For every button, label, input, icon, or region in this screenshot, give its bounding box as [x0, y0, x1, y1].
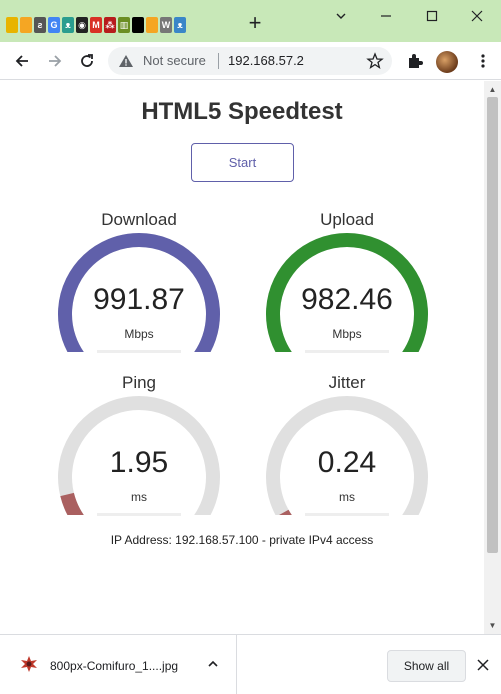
- address-bar[interactable]: Not secure 192.168.57.2: [108, 47, 392, 75]
- ping-meter: Ping 1.95 ms: [49, 373, 229, 533]
- start-button[interactable]: Start: [191, 143, 294, 182]
- not-secure-label[interactable]: Not secure: [143, 53, 206, 68]
- chevron-down-icon: [336, 13, 346, 19]
- arrow-left-icon: [15, 55, 28, 67]
- browser-toolbar: Not secure 192.168.57.2: [0, 42, 501, 80]
- close-shelf-button[interactable]: [474, 655, 492, 675]
- new-tab-button[interactable]: +: [244, 12, 266, 36]
- puzzle-icon: [409, 54, 423, 68]
- download-item[interactable]: 800px-Comifuro_1....jpg: [0, 635, 237, 694]
- minimize-button[interactable]: [327, 4, 355, 28]
- meter-unit: ms: [131, 490, 147, 504]
- meter-label: Download: [101, 210, 177, 229]
- back-button[interactable]: [9, 48, 35, 74]
- black-tile-favicon[interactable]: [132, 17, 144, 33]
- minimize-icon: [381, 15, 391, 17]
- progress-bar: [97, 350, 181, 353]
- maximize-button[interactable]: [418, 4, 446, 28]
- scrollbar-thumb[interactable]: [487, 97, 498, 553]
- mascot-favicon[interactable]: ᴥ: [62, 17, 74, 33]
- meter-label: Ping: [121, 373, 157, 392]
- game-favicon[interactable]: ᴥ: [174, 17, 186, 33]
- meter-value: 0.24: [317, 446, 377, 479]
- jitter-meter: Jitter 0.24 ms: [257, 373, 437, 533]
- forward-button[interactable]: [42, 48, 68, 74]
- extensions-button[interactable]: [402, 48, 428, 74]
- progress-bar: [97, 513, 181, 516]
- download-meter: Download 991.87 Mbps: [49, 210, 229, 370]
- lemur-favicon[interactable]: ƨ: [34, 17, 46, 33]
- download-file-name[interactable]: 800px-Comifuro_1....jpg: [50, 659, 178, 673]
- mahjong-tile-favicon[interactable]: ▥: [118, 17, 130, 33]
- meter-unit: ms: [339, 490, 355, 504]
- meter-unit: Mbps: [124, 327, 154, 341]
- pinned-tabs: ƨ Gᴥ ◉ M ⁂ ▥ Wᴥ: [6, 12, 186, 38]
- arrow-right-icon: [49, 55, 62, 67]
- meter-value: 991.87: [93, 283, 185, 316]
- gauge-fill: [279, 509, 292, 515]
- progress-bar: [305, 513, 389, 516]
- star-icon[interactable]: [366, 52, 384, 70]
- page-title: HTML5 Speedtest: [141, 98, 343, 125]
- reload-button[interactable]: [74, 48, 100, 74]
- warning-icon[interactable]: [118, 53, 134, 69]
- upload-meter: Upload 982.46 Mbps: [257, 210, 437, 370]
- ip-address-info: IP Address: 192.168.57.100 - private IPv…: [110, 533, 374, 547]
- meter-value: 1.95: [109, 446, 169, 479]
- meter-label: Upload: [320, 210, 374, 229]
- reload-icon: [81, 54, 93, 67]
- title-bar: ƨ Gᴥ ◉ M ⁂ ▥ Wᴥ +: [0, 0, 501, 42]
- profile-avatar[interactable]: [436, 51, 458, 73]
- scroll-down-icon[interactable]: ▼: [486, 620, 499, 632]
- meter-unit: Mbps: [332, 327, 362, 341]
- download-shelf: 800px-Comifuro_1....jpg Show all: [0, 634, 501, 694]
- close-icon: [471, 10, 483, 22]
- scroll-up-icon[interactable]: ▲: [486, 84, 499, 96]
- ghost-favicon[interactable]: ◉: [76, 17, 88, 33]
- mahjong-favicon[interactable]: ⁂: [104, 17, 116, 33]
- meter-label: Jitter: [328, 373, 366, 392]
- google-favicon[interactable]: G: [48, 17, 60, 33]
- maximize-icon: [426, 10, 438, 22]
- bookmark-favicon[interactable]: [146, 17, 158, 33]
- bookmark-favicon[interactable]: [20, 17, 32, 33]
- meter-value: 982.46: [301, 283, 393, 316]
- image-file-icon: [21, 656, 37, 672]
- speedtest-page: HTML5 Speedtest Start Download 991.87 Mb…: [0, 81, 484, 634]
- close-icon: [477, 659, 489, 671]
- progress-bar: [305, 350, 389, 353]
- more-vert-icon: [481, 54, 485, 68]
- omnibox-divider: [218, 53, 219, 69]
- window-minimize-button[interactable]: [372, 4, 400, 28]
- menu-button[interactable]: [470, 48, 496, 74]
- wikipedia-favicon[interactable]: W: [160, 17, 172, 33]
- show-all-button[interactable]: Show all: [387, 650, 466, 682]
- url-text[interactable]: 192.168.57.2: [228, 53, 304, 68]
- bookmark-favicon[interactable]: [6, 17, 18, 33]
- gmail-favicon[interactable]: M: [90, 17, 102, 33]
- close-window-button[interactable]: [463, 4, 491, 28]
- chevron-up-icon[interactable]: [206, 657, 220, 671]
